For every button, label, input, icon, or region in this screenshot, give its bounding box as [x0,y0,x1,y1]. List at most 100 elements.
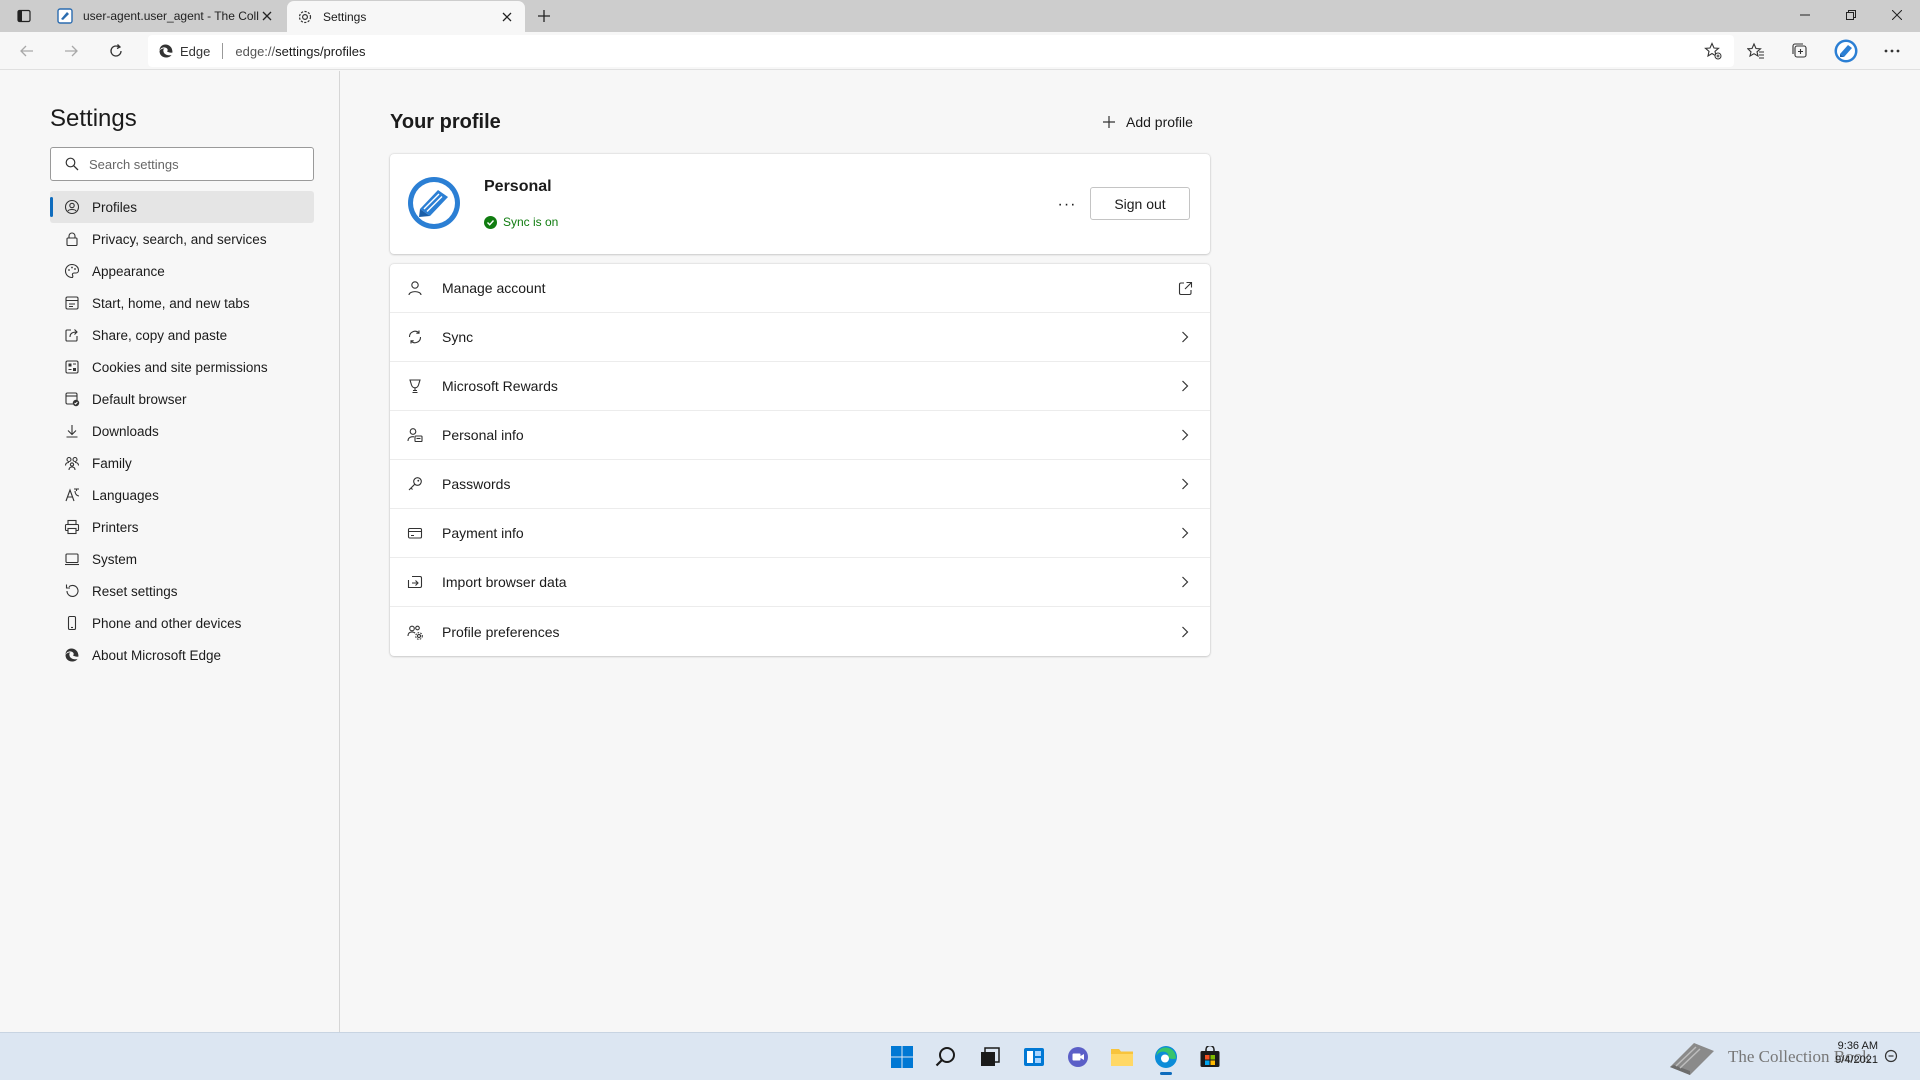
import-icon [406,573,424,591]
sidebar-item-reset-settings[interactable]: Reset settings [50,575,314,607]
profile-more-options-button[interactable]: ··· [1054,192,1080,218]
browser-toolbar: Edge edge://settings/profiles [0,32,1920,70]
sidebar-item-profiles[interactable]: Profiles [50,191,314,223]
edge-taskbar-button[interactable] [1144,1039,1188,1075]
sidebar-item-printers[interactable]: Printers [50,511,314,543]
edge-logo-icon [1155,1046,1177,1068]
tab-actions-icon [17,9,31,23]
close-icon [1892,10,1902,20]
arrow-right-icon [65,45,78,57]
row-manage-account[interactable]: Manage account [390,264,1210,313]
sidebar-item-label: Start, home, and new tabs [92,295,250,311]
chat-button[interactable] [1056,1039,1100,1075]
new-tab-button[interactable] [533,5,555,27]
sidebar-item-downloads[interactable]: Downloads [50,415,314,447]
sidebar-item-default-browser[interactable]: Default browser [50,383,314,415]
tab-actions-button[interactable] [10,6,38,26]
home-tab-icon [64,295,80,311]
card-icon [406,524,424,542]
sidebar-item-about-edge[interactable]: About Microsoft Edge [50,639,314,671]
row-label: Sync [442,329,474,345]
sidebar-item-family[interactable]: Family [50,447,314,479]
add-profile-button[interactable]: Add profile [1102,109,1193,135]
folder-icon [1111,1049,1133,1066]
add-favorite-button[interactable] [1704,42,1722,63]
sync-status-text: Sync is on [503,215,559,229]
sidebar-item-label: Reset settings [92,583,178,599]
widgets-button[interactable] [1012,1039,1056,1075]
profile-name: Personal [484,178,552,195]
back-button[interactable] [14,38,40,64]
tab-settings[interactable]: Settings [287,1,525,32]
notifications-button[interactable] [1884,1049,1898,1068]
collections-icon [1792,43,1807,58]
chevron-right-icon [1176,426,1194,444]
tab-title: Settings [323,9,367,24]
forward-button[interactable] [58,38,84,64]
chevron-right-icon [1176,377,1194,395]
row-label: Passwords [442,476,511,492]
search-settings-box[interactable] [50,147,314,181]
sync-status: Sync is on [484,215,558,229]
checkmark-icon [484,215,497,229]
address-bar[interactable]: Edge edge://settings/profiles [148,35,1734,67]
start-button[interactable] [880,1039,924,1075]
sidebar-item-start-home[interactable]: Start, home, and new tabs [50,287,314,319]
sidebar-item-languages[interactable]: Languages [50,479,314,511]
store-button[interactable] [1188,1039,1232,1075]
row-payment-info[interactable]: Payment info [390,509,1210,558]
minimize-button[interactable] [1782,0,1828,30]
close-tab-button[interactable] [259,8,275,24]
favorites-button[interactable] [1743,38,1769,64]
file-explorer-button[interactable] [1100,1039,1144,1075]
close-icon [502,12,512,21]
url-scheme: edge:// [235,43,276,59]
gear-icon [298,10,312,23]
row-microsoft-rewards[interactable]: Microsoft Rewards [390,362,1210,411]
plus-icon [1102,115,1116,129]
avatar-icon [1834,39,1858,63]
chat-icon [1068,1047,1088,1067]
person-icon [406,279,424,297]
restore-button[interactable] [1828,0,1874,30]
row-personal-info[interactable]: Personal info [390,411,1210,460]
sidebar-item-privacy[interactable]: Privacy, search, and services [50,223,314,255]
profile-icon [64,199,80,215]
profile-button[interactable] [1833,38,1859,64]
notification-icon [1884,1049,1898,1063]
sidebar-item-cookies[interactable]: Cookies and site permissions [50,351,314,383]
row-passwords[interactable]: Passwords [390,460,1210,509]
refresh-button[interactable] [103,38,129,64]
trophy-icon [406,377,424,395]
site-identity[interactable]: Edge [158,43,210,59]
task-view-button[interactable] [968,1039,1012,1075]
settings-nav-list: Profiles Privacy, search, and services A… [50,191,314,671]
taskbar-apps [880,1039,1232,1075]
row-import-browser-data[interactable]: Import browser data [390,558,1210,607]
collections-button[interactable] [1787,38,1813,64]
close-window-button[interactable] [1874,0,1920,30]
printer-icon [64,519,80,535]
cookies-icon [64,359,80,375]
sign-out-button[interactable]: Sign out [1090,187,1190,220]
favorites-icon [1747,42,1764,59]
sidebar-item-share-copy-paste[interactable]: Share, copy and paste [50,319,314,351]
settings-and-more-button[interactable] [1879,38,1905,64]
system-clock[interactable]: 9:36 AM 9/4/2021 [1830,1039,1878,1067]
sidebar-item-appearance[interactable]: Appearance [50,255,314,287]
row-label: Import browser data [442,574,567,590]
chevron-right-icon [1176,524,1194,542]
sidebar-item-system[interactable]: System [50,543,314,575]
book-favicon-icon [57,8,73,24]
row-profile-preferences[interactable]: Profile preferences [390,607,1210,656]
sidebar-item-label: About Microsoft Edge [92,647,222,663]
tab-user-agent[interactable]: user-agent.user_agent - The Coll [47,0,285,32]
taskbar-search-button[interactable] [924,1039,968,1075]
palette-icon [64,263,80,279]
chevron-right-icon [1176,573,1194,591]
sidebar-item-phone-devices[interactable]: Phone and other devices [50,607,314,639]
sidebar-item-label: Phone and other devices [92,615,242,631]
search-input[interactable] [89,156,289,172]
row-sync[interactable]: Sync [390,313,1210,362]
close-tab-button[interactable] [499,9,515,25]
